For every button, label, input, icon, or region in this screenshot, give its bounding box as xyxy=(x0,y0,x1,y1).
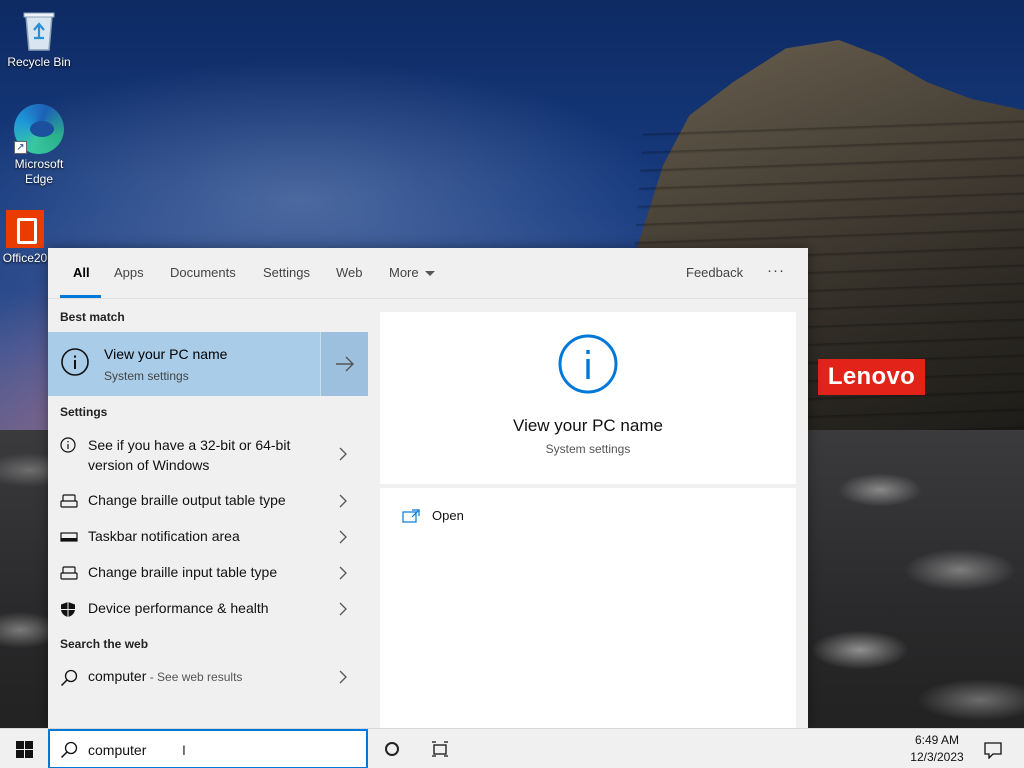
search-icon xyxy=(60,669,78,687)
cortana-button[interactable] xyxy=(376,729,408,768)
chevron-right-icon xyxy=(339,447,347,461)
tab-settings[interactable]: Settings xyxy=(263,265,310,280)
result-label: Change braille input table type xyxy=(88,564,278,580)
desktop-icon-label: Microsoft Edge xyxy=(14,157,64,186)
info-icon xyxy=(61,348,89,376)
preview-actions: Open xyxy=(380,488,796,728)
tab-web[interactable]: Web xyxy=(336,265,363,280)
settings-result-braille-output[interactable]: Change braille output table type xyxy=(48,483,368,519)
text-cursor-icon: I xyxy=(182,742,186,758)
clock-time: 6:49 AM xyxy=(914,733,960,747)
cortana-icon xyxy=(385,742,399,756)
result-label: Taskbar notification area xyxy=(88,528,240,544)
section-header-settings: Settings xyxy=(60,405,108,419)
chevron-right-icon xyxy=(339,602,347,616)
section-header-search-web: Search the web xyxy=(60,637,149,651)
active-tab-indicator xyxy=(60,295,101,298)
chevron-right-icon xyxy=(339,494,347,508)
task-view-button[interactable] xyxy=(424,729,456,768)
chevron-down-icon xyxy=(424,271,435,277)
action-center-button[interactable] xyxy=(978,729,1008,768)
office-icon xyxy=(6,210,44,248)
best-match-subtitle: System settings xyxy=(104,369,189,383)
section-header-best-match: Best match xyxy=(60,310,125,324)
search-input[interactable] xyxy=(88,739,348,761)
shortcut-arrow-icon: ↗ xyxy=(14,141,27,154)
taskbar-icon xyxy=(60,532,78,542)
desktop-icon-edge[interactable]: ↗ Microsoft Edge xyxy=(1,104,77,187)
task-view-icon xyxy=(432,741,448,757)
arrow-right-icon xyxy=(336,356,354,372)
best-match-expand-button[interactable] xyxy=(320,332,368,396)
settings-result-braille-input[interactable]: Change braille input table type xyxy=(48,555,368,591)
system-clock[interactable]: 6:49 AM 12/3/2023 xyxy=(900,732,974,766)
web-result-hint: - See web results xyxy=(146,670,243,684)
search-flyout: All Apps Documents Settings Web More Fee… xyxy=(48,248,808,728)
more-options-button[interactable]: ··· xyxy=(767,262,785,279)
notification-icon xyxy=(984,742,1002,759)
desktop-icon-office[interactable]: Office20 xyxy=(0,210,50,266)
open-action-label: Open xyxy=(432,508,464,523)
preview-subtitle: System settings xyxy=(545,442,631,456)
preview-title: View your PC name xyxy=(513,416,663,435)
open-action-button[interactable]: Open xyxy=(402,506,522,526)
open-external-icon xyxy=(402,509,420,523)
start-button[interactable] xyxy=(0,729,48,768)
chevron-right-icon xyxy=(339,530,347,544)
desktop-icon-label: Recycle Bin xyxy=(7,55,71,69)
settings-result-32-64-bit[interactable]: See if you have a 32-bit or 64-bit versi… xyxy=(48,433,368,477)
windows-logo-icon xyxy=(16,741,33,758)
lenovo-logo: Lenovo xyxy=(818,359,925,395)
result-preview-pane: View your PC name System settings Open xyxy=(380,312,796,728)
web-result-label: computer - See web results xyxy=(88,668,242,684)
result-label: See if you have a 32-bit or 64-bit versi… xyxy=(88,437,291,473)
edge-icon: ↗ xyxy=(14,104,64,154)
search-icon xyxy=(60,741,78,759)
tab-documents[interactable]: Documents xyxy=(170,265,236,280)
tab-all[interactable]: All xyxy=(73,265,90,280)
best-match-result[interactable]: View your PC name System settings xyxy=(48,332,368,396)
results-list: Best match View your PC name System sett… xyxy=(48,300,368,728)
best-match-main[interactable]: View your PC name System settings xyxy=(48,332,319,396)
taskbar: I 6:49 AM 12/3/2023 xyxy=(0,728,1024,768)
info-icon xyxy=(558,334,618,394)
recycle-bin-icon xyxy=(23,12,55,51)
braille-icon xyxy=(60,494,78,508)
settings-result-taskbar-notification[interactable]: Taskbar notification area xyxy=(48,519,368,555)
braille-icon xyxy=(60,566,78,580)
search-tabs-bar: All Apps Documents Settings Web More Fee… xyxy=(48,248,808,299)
tab-apps[interactable]: Apps xyxy=(114,265,144,280)
preview-header: View your PC name System settings xyxy=(380,312,796,484)
clock-date: 12/3/2023 xyxy=(910,750,964,764)
desktop-icon-recycle-bin[interactable]: Recycle Bin xyxy=(1,8,77,70)
web-result-computer[interactable]: computer - See web results xyxy=(48,659,368,695)
settings-result-device-performance[interactable]: Device performance & health xyxy=(48,591,368,627)
web-query: computer xyxy=(88,668,147,684)
best-match-title: View your PC name xyxy=(104,346,228,362)
tab-more[interactable]: More xyxy=(389,265,435,280)
chevron-right-icon xyxy=(339,670,347,684)
tab-more-label: More xyxy=(389,265,419,280)
shield-icon xyxy=(61,602,75,617)
feedback-button[interactable]: Feedback xyxy=(686,265,743,280)
chevron-right-icon xyxy=(339,566,347,580)
result-label: Change braille output table type xyxy=(88,492,286,508)
taskbar-search-box[interactable]: I xyxy=(48,729,368,768)
result-label: Device performance & health xyxy=(88,600,269,616)
info-icon xyxy=(60,437,76,453)
desktop-icon-label: Office20 xyxy=(2,251,48,265)
